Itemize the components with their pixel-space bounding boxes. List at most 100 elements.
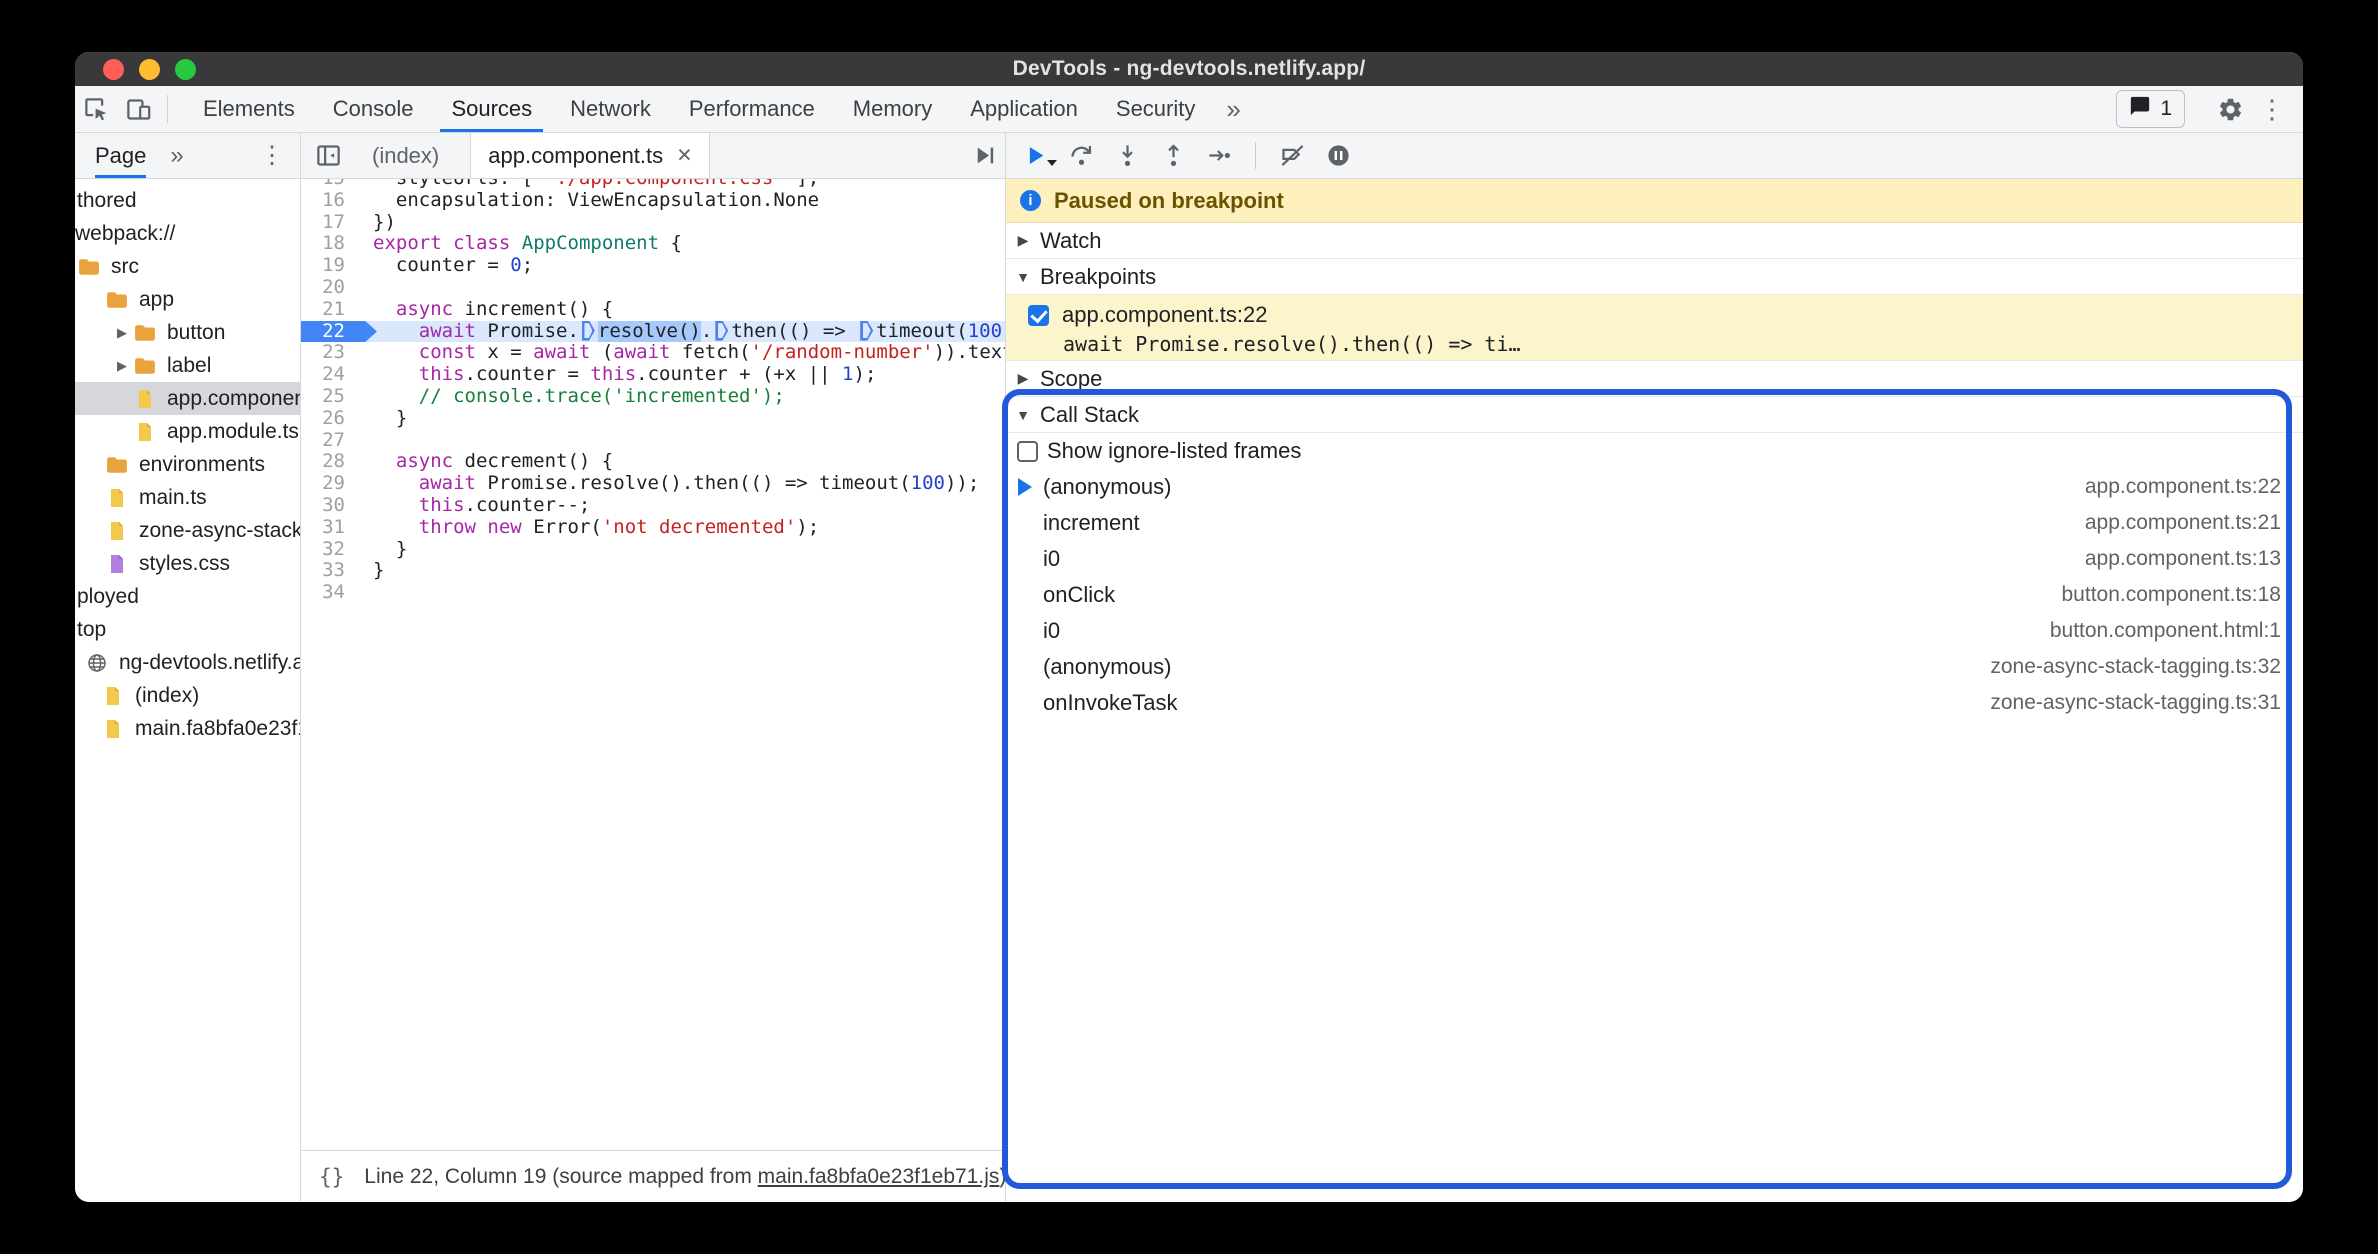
- line-number[interactable]: 33: [301, 559, 359, 582]
- navigator-toggle-icon[interactable]: [307, 136, 349, 176]
- tree-item-label[interactable]: ▶ label: [75, 349, 300, 382]
- call-stack-frame-i0[interactable]: i0 app.component.ts:13: [1006, 541, 2303, 577]
- section-scope[interactable]: ▶ Scope: [1006, 361, 2303, 397]
- line-number[interactable]: 25: [301, 385, 359, 408]
- tab-memory[interactable]: Memory: [834, 86, 951, 132]
- code-line-text[interactable]: this.counter = this.counter + (+x || 1);: [359, 364, 1005, 386]
- step-out-button[interactable]: [1154, 137, 1192, 175]
- navigator-kebab-icon[interactable]: ⋮: [260, 141, 284, 170]
- line-number[interactable]: 23: [301, 341, 359, 364]
- tree-item-src[interactable]: src: [75, 250, 300, 283]
- pause-on-exceptions-button[interactable]: [1319, 137, 1357, 175]
- minimize-window-button[interactable]: [139, 58, 160, 80]
- tree-item-app[interactable]: app: [75, 283, 300, 316]
- line-number[interactable]: 17: [301, 211, 359, 234]
- line-number[interactable]: 22: [301, 320, 359, 343]
- expander-icon[interactable]: ▶: [111, 325, 133, 341]
- editor-tab-app-component-ts[interactable]: app.component.ts ×: [470, 133, 710, 178]
- tab-page[interactable]: Page: [95, 133, 147, 178]
- breakpoint-entry[interactable]: app.component.ts:22 await Promise.resolv…: [1006, 295, 2303, 361]
- tree-item-webpack[interactable]: webpack://: [75, 217, 300, 250]
- code-line-text[interactable]: async increment() {: [359, 299, 1005, 321]
- breakpoint-checkbox[interactable]: [1028, 304, 1049, 326]
- tree-item-app-component-ts[interactable]: app.component.ts: [75, 382, 300, 415]
- call-stack-frame-oninvoketask[interactable]: onInvokeTask zone-async-stack-tagging.ts:…: [1006, 685, 2303, 721]
- call-stack-frame-i0[interactable]: i0 button.component.html:1: [1006, 613, 2303, 649]
- tree-item-top[interactable]: top: [75, 613, 300, 646]
- code-line-text[interactable]: }: [359, 560, 1005, 582]
- code-line-text[interactable]: }): [359, 212, 1005, 234]
- line-number[interactable]: 19: [301, 254, 359, 277]
- tree-item-index[interactable]: (index): [75, 679, 300, 712]
- line-number[interactable]: 26: [301, 407, 359, 430]
- step-into-button[interactable]: [1108, 137, 1146, 175]
- call-stack-frame-onclick[interactable]: onClick button.component.ts:18: [1006, 577, 2303, 613]
- line-number[interactable]: 34: [301, 581, 359, 604]
- tree-item-button[interactable]: ▶ button: [75, 316, 300, 349]
- line-number[interactable]: 28: [301, 450, 359, 473]
- tab-network[interactable]: Network: [551, 86, 670, 132]
- call-stack-frame-anonymous[interactable]: (anonymous) app.component.ts:22: [1006, 469, 2303, 505]
- quick-source-icon[interactable]: [963, 136, 1005, 176]
- section-breakpoints[interactable]: ▼ Breakpoints: [1006, 259, 2303, 295]
- code-line-text[interactable]: throw new Error('not decremented');: [359, 517, 1005, 539]
- ignore-listed-frames-row[interactable]: Show ignore-listed frames: [1006, 433, 2303, 469]
- code-line-text[interactable]: async decrement() {: [359, 451, 1005, 473]
- step-button[interactable]: [1200, 137, 1238, 175]
- section-watch[interactable]: ▶ Watch: [1006, 223, 2303, 259]
- code-line-text[interactable]: styleUrls: [ './app.component.css' ],: [359, 179, 1005, 190]
- code-editor[interactable]: 15 styleUrls: [ './app.component.css' ],…: [301, 179, 1005, 1150]
- deactivate-breakpoints-button[interactable]: [1273, 137, 1311, 175]
- tree-item-zone-async-stack-ta[interactable]: zone-async-stack-ta: [75, 514, 300, 547]
- code-line-text[interactable]: [359, 430, 1005, 452]
- line-number[interactable]: 32: [301, 538, 359, 561]
- line-number[interactable]: 29: [301, 472, 359, 495]
- more-panels-icon[interactable]: »: [1214, 94, 1252, 125]
- more-navigator-tabs-icon[interactable]: »: [170, 142, 183, 170]
- tree-item-main-ts[interactable]: main.ts: [75, 481, 300, 514]
- tree-item-main-fa8bfa0e23f1eb[interactable]: main.fa8bfa0e23f1eb: [75, 712, 300, 745]
- tab-performance[interactable]: Performance: [670, 86, 834, 132]
- code-line-text[interactable]: encapsulation: ViewEncapsulation.None: [359, 190, 1005, 212]
- code-line-text[interactable]: [359, 277, 1005, 299]
- tree-item-ng-devtools-netlify-app[interactable]: ng-devtools.netlify.app: [75, 646, 300, 679]
- ignore-listed-checkbox[interactable]: [1017, 440, 1038, 462]
- tree-item-environments[interactable]: environments: [75, 448, 300, 481]
- line-number[interactable]: 24: [301, 363, 359, 386]
- code-line-text[interactable]: const x = await (await fetch('/random-nu…: [359, 342, 1005, 364]
- device-toolbar-icon[interactable]: [117, 89, 159, 129]
- pretty-print-icon[interactable]: {}: [319, 1165, 344, 1189]
- section-call-stack[interactable]: ▼ Call Stack: [1006, 397, 2303, 433]
- code-line-text[interactable]: }: [359, 408, 1005, 430]
- tree-item-app-module-ts[interactable]: app.module.ts: [75, 415, 300, 448]
- line-number[interactable]: 27: [301, 429, 359, 452]
- code-line-text[interactable]: [359, 582, 1005, 604]
- tab-security[interactable]: Security: [1097, 86, 1214, 132]
- editor-tab-index[interactable]: (index): [355, 133, 456, 178]
- line-number[interactable]: 31: [301, 516, 359, 539]
- code-line-text[interactable]: export class AppComponent {: [359, 233, 1005, 255]
- close-tab-icon[interactable]: ×: [677, 143, 692, 168]
- kebab-menu-icon[interactable]: ⋮: [2251, 94, 2303, 125]
- line-number[interactable]: 16: [301, 189, 359, 212]
- line-number[interactable]: 21: [301, 298, 359, 321]
- code-line-text[interactable]: }: [359, 539, 1005, 561]
- tab-sources[interactable]: Sources: [432, 86, 551, 132]
- code-line-text[interactable]: counter = 0;: [359, 255, 1005, 277]
- close-window-button[interactable]: [103, 58, 124, 80]
- inspect-icon[interactable]: [75, 89, 117, 129]
- call-stack-frame-anonymous[interactable]: (anonymous) zone-async-stack-tagging.ts:3…: [1006, 649, 2303, 685]
- code-line-text[interactable]: await Promise.resolve().then(() => timeo…: [359, 320, 1005, 343]
- line-number[interactable]: 30: [301, 494, 359, 517]
- source-map-link[interactable]: main.fa8bfa0e23f1eb71.js: [758, 1165, 1000, 1189]
- tab-console[interactable]: Console: [314, 86, 433, 132]
- code-line-text[interactable]: await Promise.resolve().then(() => timeo…: [359, 473, 1005, 495]
- tab-application[interactable]: Application: [951, 86, 1097, 132]
- step-over-button[interactable]: [1062, 137, 1100, 175]
- tab-elements[interactable]: Elements: [184, 86, 314, 132]
- settings-gear-icon[interactable]: [2209, 89, 2251, 129]
- call-stack-frame-increment[interactable]: increment app.component.ts:21: [1006, 505, 2303, 541]
- line-number[interactable]: 20: [301, 276, 359, 299]
- tree-item-thored[interactable]: thored: [75, 184, 300, 217]
- issues-badge[interactable]: 1: [2116, 90, 2185, 128]
